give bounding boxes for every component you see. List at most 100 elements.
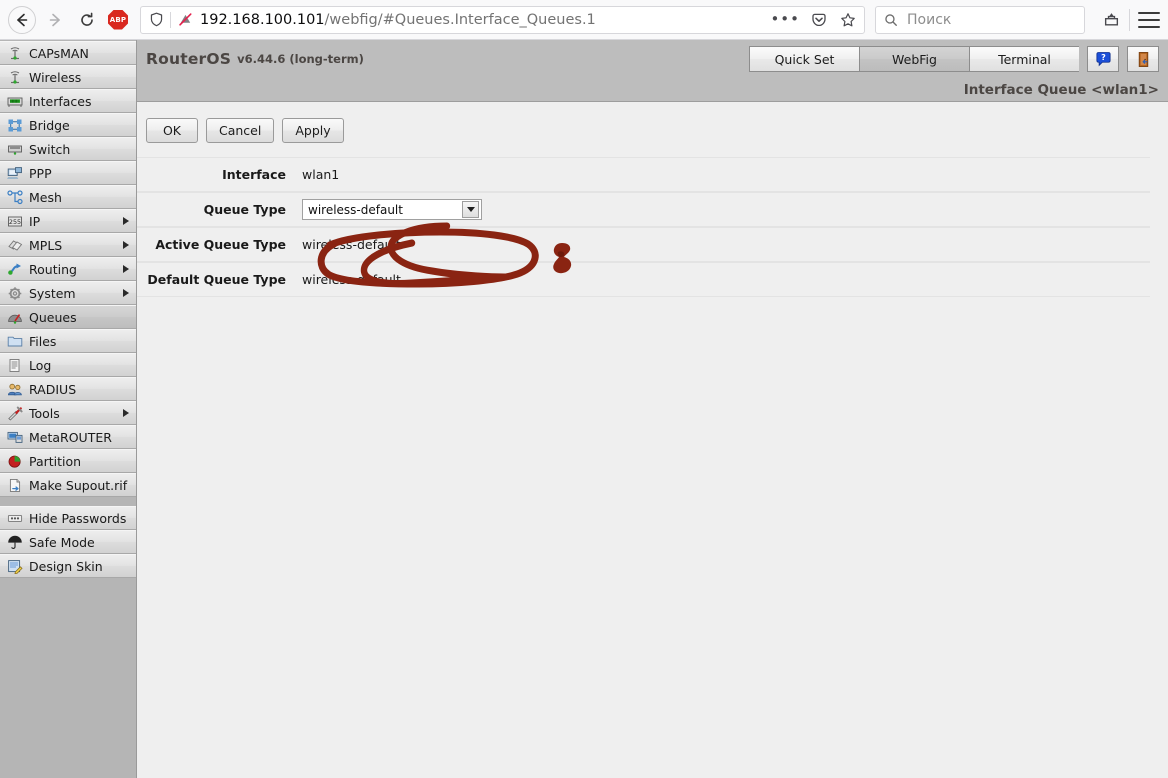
- interface-text: wlan1: [302, 167, 340, 182]
- page-title-bar: Interface Queue <wlan1>: [137, 78, 1168, 102]
- interface-value-cell: wlan1: [302, 167, 339, 182]
- umbrella-icon: [6, 534, 24, 550]
- sidebar-item-switch[interactable]: Switch: [0, 137, 136, 161]
- sidebar-item-queues[interactable]: Queues: [0, 305, 136, 329]
- sidebar-item-system[interactable]: System: [0, 281, 136, 305]
- ppp-icon: [6, 165, 24, 181]
- product-name: RouterOS: [146, 50, 232, 68]
- ip-255-icon: 255: [6, 213, 24, 229]
- chevron-right-icon: [123, 289, 129, 297]
- active-queue-type-value-cell: wireless-default: [302, 237, 401, 252]
- sidebar-item-tools[interactable]: Tools: [0, 401, 136, 425]
- sidebar-item-label: MPLS: [29, 237, 63, 253]
- queue-type-select[interactable]: wireless-default: [302, 199, 482, 220]
- sidebar-item-label: Partition: [29, 453, 82, 469]
- sidebar-item-partition[interactable]: Partition: [0, 449, 136, 473]
- chevron-right-icon: [123, 241, 129, 249]
- adblock-plus-icon[interactable]: ABP: [108, 9, 128, 30]
- partition-pie-icon: [6, 453, 24, 469]
- sidebar-item-files[interactable]: Files: [0, 329, 136, 353]
- sidebar-item-label: System: [29, 285, 76, 301]
- sidebar-item-radius[interactable]: RADIUS: [0, 377, 136, 401]
- tab-quick-set[interactable]: Quick Set: [749, 46, 859, 72]
- sidebar-item-label: PPP: [29, 165, 52, 181]
- hamburger-menu-icon[interactable]: [1138, 11, 1160, 28]
- antenna-icon: [6, 69, 24, 85]
- queue-type-selected-value: wireless-default: [308, 202, 403, 217]
- sidebar-item-label: Wireless: [29, 69, 82, 85]
- default-queue-type-text: wireless-default: [302, 272, 401, 287]
- search-bar[interactable]: [875, 5, 1085, 34]
- bookmark-star-icon[interactable]: [838, 10, 858, 30]
- sidebar-item-ppp[interactable]: PPP: [0, 161, 136, 185]
- sidebar-item-label: CAPsMAN: [29, 45, 89, 61]
- sidebar-item-hide-passwords[interactable]: Hide Passwords: [0, 506, 136, 530]
- shield-icon[interactable]: [147, 11, 165, 29]
- sidebar-item-label: Switch: [29, 141, 71, 157]
- blocked-permission-icon[interactable]: [176, 11, 194, 29]
- sidebar-item-make-supout-rif[interactable]: Make Supout.rif: [0, 473, 136, 497]
- sidebar-item-mesh[interactable]: Mesh: [0, 185, 136, 209]
- sidebar: CAPsMAN Wireless Interfaces Bridge Switch PPP…: [0, 40, 137, 778]
- tab-terminal[interactable]: Terminal: [969, 46, 1079, 72]
- sidebar-item-log[interactable]: Log: [0, 353, 136, 377]
- back-arrow-icon[interactable]: [8, 5, 36, 34]
- antenna-icon: [6, 45, 24, 61]
- form-row-active-queue-type: Active Queue Type wireless-default: [137, 227, 1150, 262]
- form-row-interface: Interface wlan1: [137, 157, 1150, 192]
- library-save-icon[interactable]: [1101, 10, 1121, 30]
- form-row-queue-type: Queue Type wireless-default: [137, 192, 1150, 227]
- chevron-down-icon[interactable]: [462, 201, 479, 218]
- sidebar-item-ip[interactable]: 255 IP: [0, 209, 136, 233]
- sidebar-item-label: Design Skin: [29, 558, 103, 574]
- interface-label: Interface: [222, 167, 286, 182]
- sidebar-item-safe-mode[interactable]: Safe Mode: [0, 530, 136, 554]
- sidebar-item-label: Queues: [29, 309, 77, 325]
- routeros-header: RouterOS v6.44.6 (long-term) Quick Set W…: [137, 40, 1168, 78]
- cancel-button[interactable]: Cancel: [206, 118, 275, 143]
- tab-webfig[interactable]: WebFig: [859, 46, 969, 72]
- url-divider: [170, 11, 171, 28]
- search-input[interactable]: [905, 10, 1076, 29]
- url-bar[interactable]: 192.168.100.101/webfig/#Queues.Interface…: [140, 5, 865, 34]
- network-card-icon: [6, 93, 24, 109]
- pocket-icon[interactable]: [809, 10, 829, 30]
- form-content: OK Cancel Apply Interface wlan1 Queue Type…: [137, 102, 1168, 778]
- sidebar-item-routing[interactable]: Routing: [0, 257, 136, 281]
- forward-arrow-icon[interactable]: [40, 5, 70, 35]
- sidebar-group-secondary: Hide Passwords Safe Mode Design Skin: [0, 505, 136, 578]
- folder-icon: [6, 333, 24, 349]
- ok-button[interactable]: OK: [146, 118, 198, 143]
- help-question-icon[interactable]: ?: [1087, 46, 1119, 72]
- sidebar-item-capsman[interactable]: CAPsMAN: [0, 41, 136, 65]
- sidebar-item-metarouter[interactable]: MetaROUTER: [0, 425, 136, 449]
- form-button-row: OK Cancel Apply: [137, 102, 1168, 157]
- page-actions-ellipsis-icon[interactable]: •••: [770, 12, 800, 27]
- form-row-default-queue-type: Default Queue Type wireless-default: [137, 262, 1150, 297]
- toolbar-divider: [1129, 8, 1130, 31]
- main-area: RouterOS v6.44.6 (long-term) Quick Set W…: [137, 40, 1168, 778]
- svg-text:255: 255: [9, 217, 21, 225]
- chevron-right-icon: [123, 409, 129, 417]
- sidebar-item-label: Interfaces: [29, 93, 92, 109]
- queue-form: Interface wlan1 Queue Type wireless-default…: [137, 157, 1150, 297]
- sidebar-item-wireless[interactable]: Wireless: [0, 65, 136, 89]
- queue-type-value-cell: wireless-default: [302, 199, 482, 220]
- sidebar-group-main: CAPsMAN Wireless Interfaces Bridge Switch PPP…: [0, 40, 136, 497]
- sidebar-item-bridge[interactable]: Bridge: [0, 113, 136, 137]
- bridge-icon: [6, 117, 24, 133]
- url-text[interactable]: 192.168.100.101/webfig/#Queues.Interface…: [194, 12, 764, 28]
- sidebar-item-label: Safe Mode: [29, 534, 95, 550]
- sidebar-item-label: Hide Passwords: [29, 510, 127, 526]
- sidebar-item-label: Routing: [29, 261, 77, 277]
- supout-file-icon: [6, 477, 24, 493]
- queue-type-label: Queue Type: [203, 202, 286, 217]
- active-queue-type-text: wireless-default: [302, 237, 401, 252]
- logout-door-icon[interactable]: [1127, 46, 1159, 72]
- apply-button[interactable]: Apply: [282, 118, 344, 143]
- reload-icon[interactable]: [72, 5, 102, 35]
- sidebar-item-interfaces[interactable]: Interfaces: [0, 89, 136, 113]
- sidebar-item-label: Files: [29, 333, 57, 349]
- sidebar-item-mpls[interactable]: MPLS: [0, 233, 136, 257]
- sidebar-item-design-skin[interactable]: Design Skin: [0, 554, 136, 578]
